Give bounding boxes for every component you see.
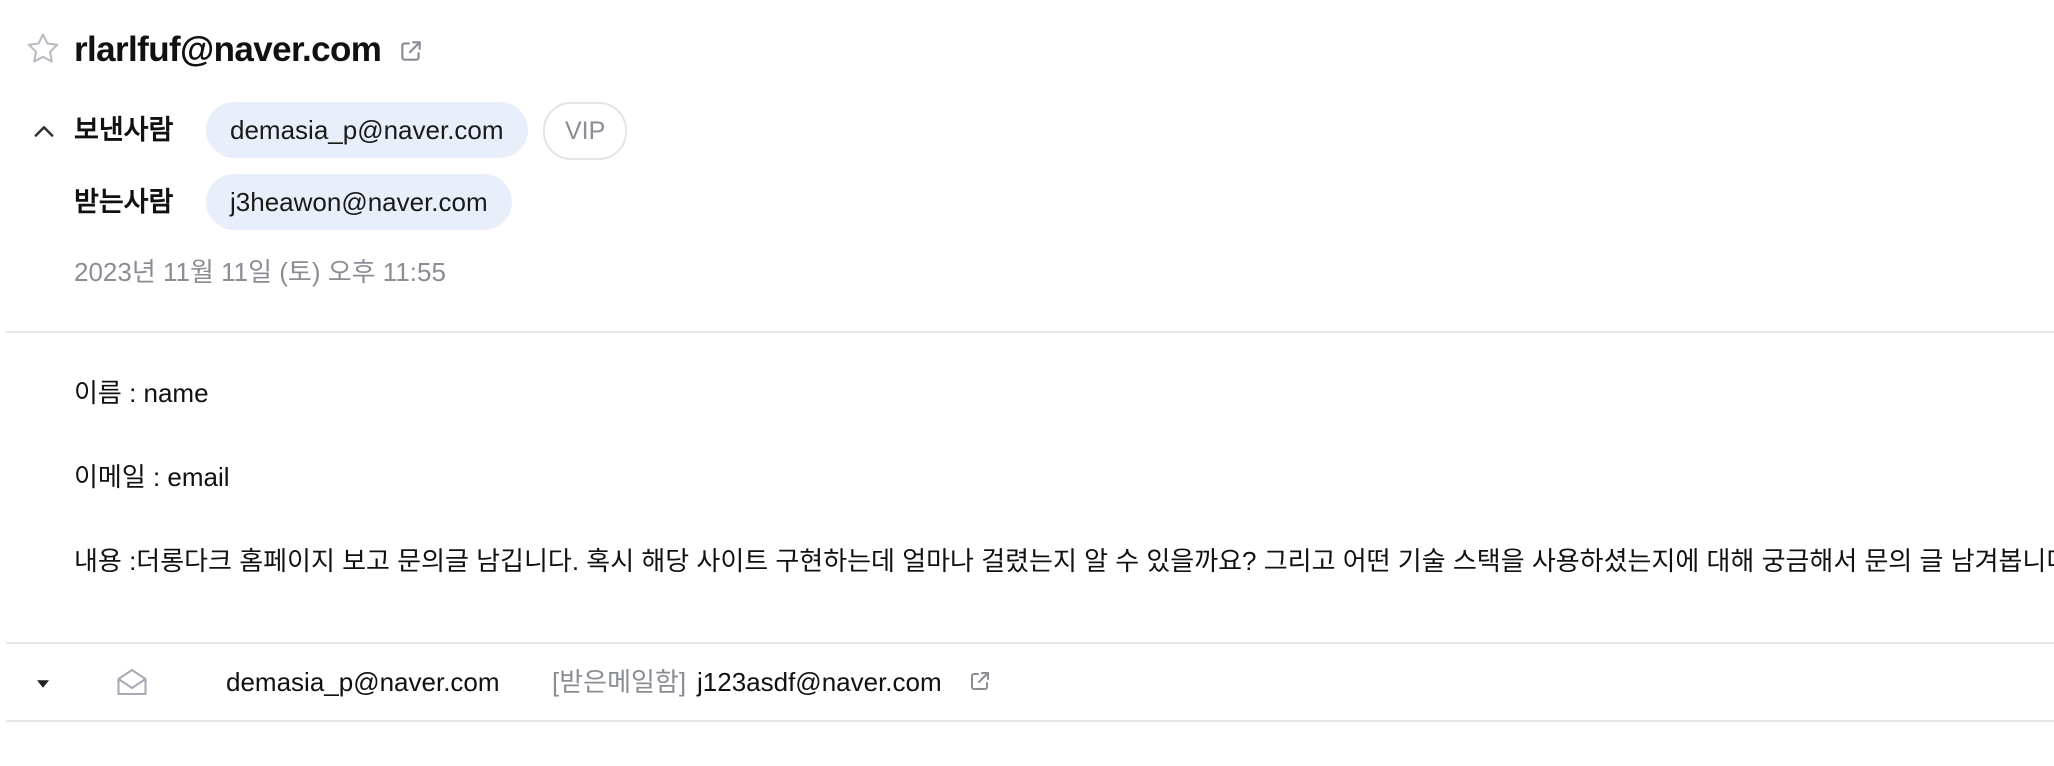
body-divider (6, 642, 2054, 644)
chevron-up-icon[interactable] (30, 118, 58, 146)
vip-button[interactable]: VIP (543, 102, 628, 160)
body-line-email: 이메일 : email (74, 462, 230, 492)
mail-subject: rlarlfuf@naver.com (74, 30, 382, 69)
thread-divider (6, 720, 2054, 722)
recipient-label: 받는사람 (74, 187, 174, 217)
mail-date: 2023년 11월 11일 (토) 오후 11:55 (74, 257, 446, 287)
thread-folder: [받은메일함] (552, 667, 687, 697)
body-line-name: 이름 : name (74, 378, 209, 408)
caret-down-icon[interactable] (34, 675, 52, 693)
star-icon[interactable] (24, 30, 62, 68)
recipient-chip[interactable]: j3heawon@naver.com (206, 174, 512, 230)
thread-sender[interactable]: demasia_p@naver.com (226, 662, 500, 702)
body-line-content: 내용 :더롱다크 홈페이지 보고 문의글 남깁니다. 혹시 해당 사이트 구현하… (74, 546, 2054, 576)
external-link-icon[interactable] (398, 38, 424, 64)
envelope-open-icon (114, 664, 150, 700)
sender-label: 보낸사람 (74, 115, 174, 145)
header-divider (6, 331, 2054, 333)
external-link-icon[interactable] (968, 669, 992, 693)
sender-chip[interactable]: demasia_p@naver.com (206, 102, 528, 158)
thread-subject[interactable]: j123asdf@naver.com (697, 662, 942, 702)
